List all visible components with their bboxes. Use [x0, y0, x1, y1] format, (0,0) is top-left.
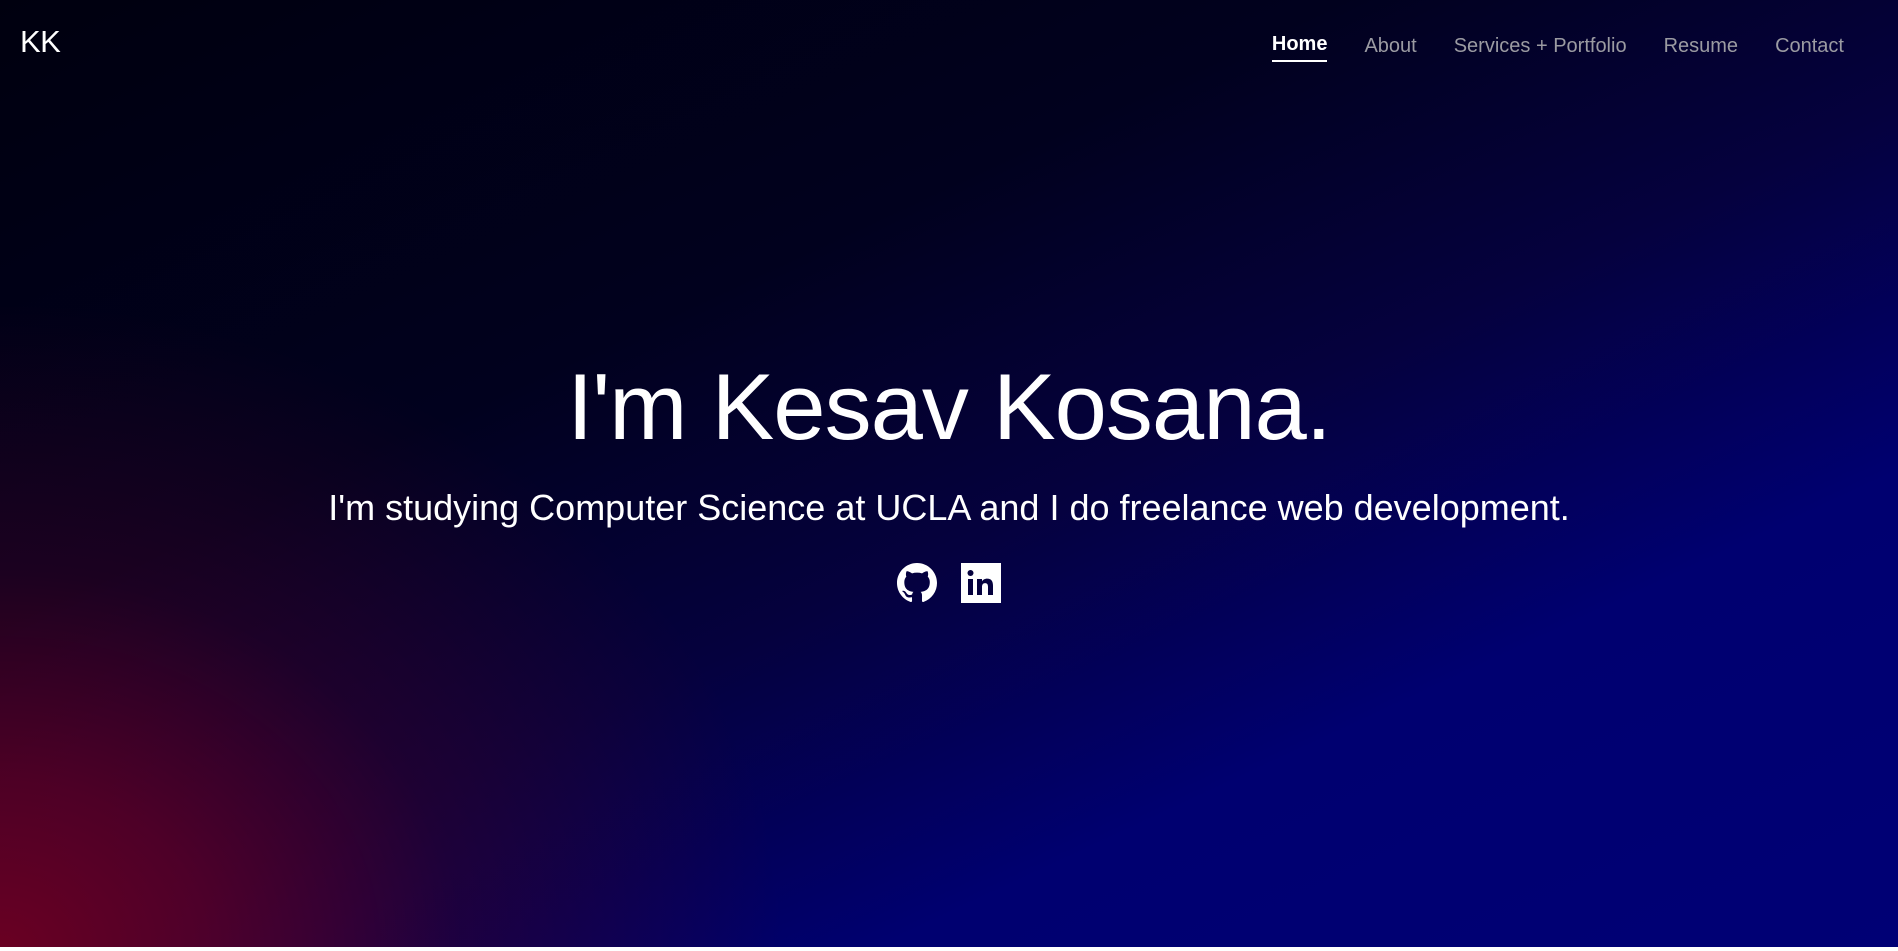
- social-links: [0, 563, 1898, 603]
- nav-about-link[interactable]: About: [1364, 32, 1416, 60]
- nav-resume-link[interactable]: Resume: [1664, 32, 1738, 60]
- top-navigation: Home About Services + Portfolio Resume C…: [1271, 30, 1844, 62]
- nav-contact-link[interactable]: Contact: [1775, 32, 1844, 60]
- hero-section: I'm Kesav Kosana. I'm studying Computer …: [0, 352, 1898, 603]
- hero-title: I'm Kesav Kosana.: [567, 354, 1332, 459]
- nav-home-link[interactable]: Home: [1271, 30, 1328, 62]
- linkedin-link[interactable]: [961, 563, 1001, 603]
- github-link[interactable]: [897, 563, 937, 603]
- hero-background: KK Home About Services + Portfolio Resum…: [0, 0, 1898, 951]
- hero-subtitle: I'm studying Computer Science at UCLA an…: [328, 487, 1570, 528]
- nav-services-portfolio-link[interactable]: Services + Portfolio: [1454, 32, 1627, 60]
- page: KK Home About Services + Portfolio Resum…: [0, 0, 1898, 951]
- brand-logo[interactable]: KK: [20, 24, 61, 60]
- page-bottom-strip: [0, 947, 1898, 951]
- github-icon: [897, 563, 937, 603]
- linkedin-icon: [961, 563, 1001, 603]
